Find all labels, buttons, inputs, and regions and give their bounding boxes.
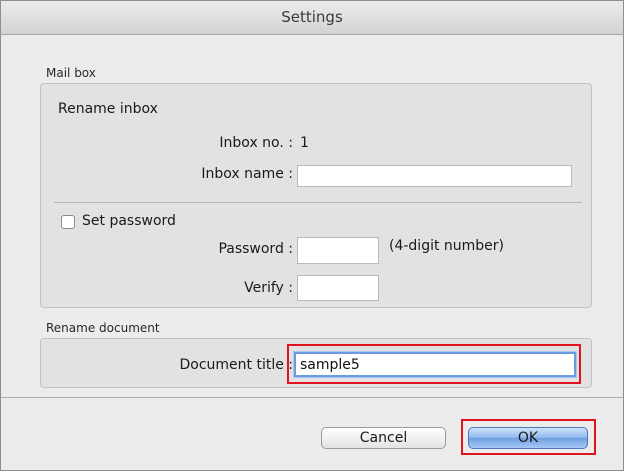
footer-divider xyxy=(1,397,623,398)
inbox-name-label: Inbox name : xyxy=(201,166,293,182)
document-title-label: Document title : xyxy=(179,357,293,373)
password-label: Password : xyxy=(218,241,293,257)
cancel-button[interactable]: Cancel xyxy=(321,427,446,449)
verify-label: Verify : xyxy=(244,280,293,296)
mailbox-group-label: Mail box xyxy=(46,66,96,80)
password-input[interactable] xyxy=(297,237,379,264)
window-title: Settings xyxy=(1,1,623,35)
set-password-checkbox[interactable] xyxy=(61,215,75,229)
set-password-label[interactable]: Set password xyxy=(82,213,176,229)
rename-document-group-label: Rename document xyxy=(46,321,160,335)
inbox-name-input[interactable] xyxy=(297,165,572,187)
settings-dialog: Settings Mail box Rename inbox Inbox no.… xyxy=(0,0,624,471)
mailbox-group: Rename inbox Inbox no. : 1 Inbox name : … xyxy=(40,83,592,308)
rename-inbox-heading: Rename inbox xyxy=(58,101,158,117)
document-title-highlight xyxy=(287,344,581,384)
inbox-no-value: 1 xyxy=(300,135,309,151)
mailbox-divider xyxy=(54,202,582,203)
password-hint: (4-digit number) xyxy=(389,238,505,254)
inbox-no-label: Inbox no. : xyxy=(219,135,293,151)
ok-button-highlight xyxy=(461,419,596,455)
verify-input[interactable] xyxy=(297,275,379,301)
